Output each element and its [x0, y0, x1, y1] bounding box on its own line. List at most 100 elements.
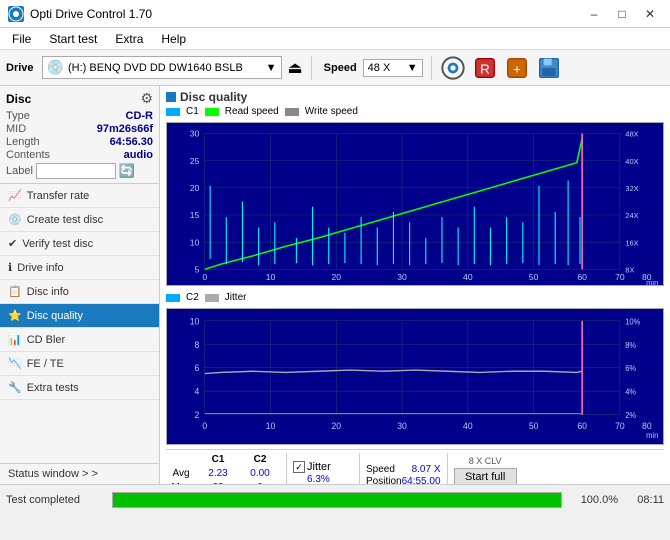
main-layout: Disc ⚙ Type CD-R MID 97m26s66f Length 64… [0, 86, 670, 484]
svg-text:2%: 2% [625, 411, 636, 420]
stats-divider-1 [286, 453, 287, 484]
transfer-rate-label: Transfer rate [27, 190, 90, 202]
toolbar: Drive 💿 (H:) BENQ DVD DD DW1640 BSLB ▼ ⏏… [0, 50, 670, 86]
stats-jitter-col: ✓ Jitter 6.3% 7.1% [293, 461, 353, 484]
nav-cd-bler[interactable]: 📊 CD Bler [0, 328, 159, 352]
svg-text:24X: 24X [625, 211, 638, 220]
top-chart: 30 25 20 15 10 5 48X 40X 32X 24X 16X 8X … [166, 122, 664, 286]
speed-label: Speed [324, 62, 357, 74]
write-speed-legend-label: Write speed [305, 106, 358, 117]
svg-text:80: 80 [642, 421, 652, 431]
toolbar-btn-1[interactable] [440, 55, 466, 81]
write-speed-legend-color [285, 108, 299, 116]
speed-mode: 8 X CLV [454, 456, 517, 466]
progress-label: 100.0% [568, 494, 618, 506]
svg-text:0: 0 [202, 272, 207, 282]
jitter-checkbox[interactable]: ✓ [293, 461, 305, 473]
menu-extra[interactable]: Extra [107, 30, 151, 48]
fe-te-label: FE / TE [27, 358, 64, 370]
svg-text:8%: 8% [625, 341, 636, 350]
svg-text:2: 2 [195, 410, 200, 420]
svg-text:60: 60 [577, 421, 587, 431]
nav-fe-te[interactable]: 📉 FE / TE [0, 352, 159, 376]
status-text: Test completed [6, 494, 106, 506]
svg-text:40: 40 [463, 272, 473, 282]
disc-info-icon: 📋 [8, 285, 22, 298]
status-window-label: Status window > > [8, 468, 98, 480]
jitter-avg: 6.3% [307, 473, 353, 484]
disc-section-title: Disc [6, 92, 31, 106]
create-test-disc-icon: 💿 [8, 213, 22, 226]
speed-stat-value: 8.07 X [412, 464, 441, 475]
maximize-button[interactable]: □ [610, 4, 634, 24]
disc-mid-label: MID [6, 123, 26, 135]
toolbar-btn-save[interactable] [536, 55, 562, 81]
start-full-button[interactable]: Start full [454, 468, 517, 484]
verify-test-disc-icon: ✔ [8, 237, 17, 250]
disc-quality-icon: ⭐ [8, 309, 22, 322]
svg-text:6: 6 [195, 363, 200, 373]
stats-divider-3 [447, 453, 448, 484]
svg-text:16X: 16X [625, 238, 638, 247]
menu-start-test[interactable]: Start test [41, 30, 105, 48]
disc-label-input[interactable] [36, 163, 116, 179]
refresh-icon[interactable]: 🔄 [119, 163, 135, 179]
jitter-legend-label: Jitter [225, 292, 247, 303]
stats-bar: Avg Max Total C1 2.23 23 8685 C2 0.00 0 … [166, 449, 664, 484]
start-buttons: 8 X CLV Start full Start part [454, 456, 517, 484]
speed-dropdown-icon: ▼ [407, 62, 418, 74]
progress-bar-fill [113, 493, 561, 507]
speed-select[interactable]: 48 X ▼ [363, 59, 423, 77]
menu-file[interactable]: File [4, 30, 39, 48]
cd-bler-label: CD Bler [27, 334, 66, 346]
disc-type-value: CD-R [126, 110, 154, 122]
c1-header: C1 [198, 453, 238, 467]
svg-text:40X: 40X [625, 157, 638, 166]
c2-legend-color [166, 294, 180, 302]
drive-select[interactable]: 💿 (H:) BENQ DVD DD DW1640 BSLB ▼ [42, 56, 282, 79]
eject-icon-btn[interactable]: ⏏ [288, 58, 303, 78]
position-label: Position [366, 476, 402, 484]
chart-title-text: Disc quality [180, 90, 247, 104]
nav-disc-info[interactable]: 📋 Disc info [0, 280, 159, 304]
jitter-check[interactable]: ✓ Jitter [293, 461, 353, 473]
nav-extra-tests[interactable]: 🔧 Extra tests [0, 376, 159, 400]
toolbar-btn-3[interactable]: + [504, 55, 530, 81]
app-icon [8, 6, 24, 22]
chart-title-indicator [166, 92, 176, 102]
status-window-toggle[interactable]: Status window > > [0, 463, 159, 484]
c1-avg: 2.23 [198, 467, 238, 481]
svg-text:min: min [646, 431, 658, 440]
svg-text:30: 30 [190, 129, 200, 139]
nav-disc-quality[interactable]: ⭐ Disc quality [0, 304, 159, 328]
jitter-label: Jitter [307, 461, 331, 473]
svg-text:8X: 8X [625, 266, 634, 275]
bottom-bar: Test completed 100.0% 08:11 [0, 484, 670, 514]
svg-text:32X: 32X [625, 184, 638, 193]
nav-create-test-disc[interactable]: 💿 Create test disc [0, 208, 159, 232]
svg-text:0: 0 [202, 421, 207, 431]
drive-icon: 💿 [47, 59, 64, 76]
minimize-button[interactable]: – [582, 4, 606, 24]
svg-text:min: min [646, 278, 658, 285]
svg-text:+: + [513, 61, 521, 76]
close-button[interactable]: ✕ [638, 4, 662, 24]
nav-verify-test-disc[interactable]: ✔ Verify test disc [0, 232, 159, 256]
svg-text:5: 5 [195, 265, 200, 275]
nav-transfer-rate[interactable]: 📈 Transfer rate [0, 184, 159, 208]
svg-text:30: 30 [397, 421, 407, 431]
position-value: 64:55.00 [402, 476, 441, 484]
menu-help[interactable]: Help [153, 30, 194, 48]
disc-settings-icon[interactable]: ⚙ [140, 90, 153, 107]
disc-type-row: Type CD-R [6, 110, 153, 122]
nav-drive-info[interactable]: ℹ Drive info [0, 256, 159, 280]
drive-label: Drive [6, 62, 34, 74]
disc-length-row: Length 64:56.30 [6, 136, 153, 148]
svg-text:20: 20 [331, 272, 341, 282]
toolbar-btn-2[interactable]: R [472, 55, 498, 81]
svg-text:60: 60 [577, 272, 587, 282]
stats-c1-col: C1 2.23 23 8685 [198, 453, 238, 484]
stats-speed-col: Speed 8.07 X Position 64:55.00 Samples 3… [366, 464, 441, 484]
disc-length-value: 64:56.30 [110, 136, 153, 148]
disc-header: Disc ⚙ [6, 90, 153, 107]
